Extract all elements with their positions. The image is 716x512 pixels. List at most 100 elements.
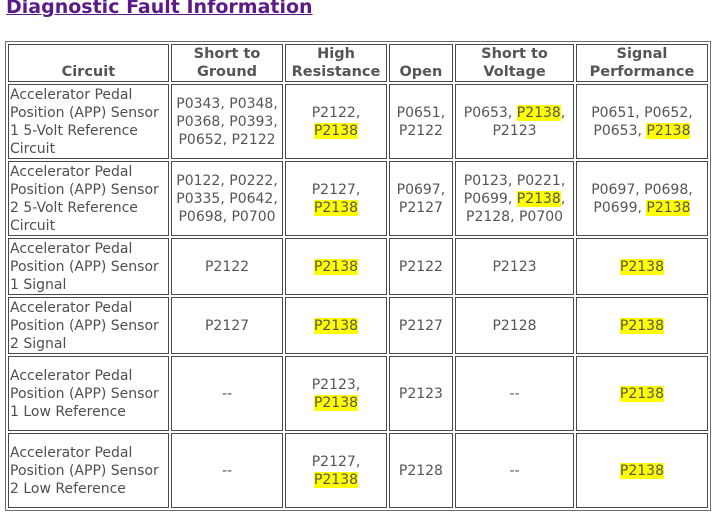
fault-code: P0700 (518, 208, 564, 225)
fault-code: P2123 (492, 122, 537, 139)
highlighted-fault-code: P2138 (646, 122, 691, 139)
header-high-resistance: High Resistance (285, 44, 387, 82)
highlighted-fault-code: P2138 (313, 258, 359, 275)
short-to-voltage-cell: P2123 (455, 238, 574, 295)
fault-code: P0653 (593, 122, 638, 139)
short-to-ground-cell: P2127 (170, 297, 284, 354)
fault-code: P2122 (231, 131, 276, 148)
fault-code: -- (509, 385, 520, 402)
short-to-voltage-cell: P0123, P0221, P0699, P2138, P2128, P0700 (455, 161, 574, 236)
page-title: Diagnostic Fault Information (6, 0, 313, 18)
short-to-ground-cell: P0343, P0348, P0368, P0393, P0652, P2122 (170, 84, 284, 159)
circuit-cell: Accelerator Pedal Position (APP) Sensor … (8, 433, 169, 508)
header-circuit: Circuit (8, 44, 169, 82)
fault-code: P0122 (176, 172, 221, 189)
short-to-voltage-cell: P2128 (455, 297, 574, 354)
highlighted-fault-code: P2138 (313, 122, 359, 139)
fault-code: P0222 (229, 172, 274, 189)
short-to-voltage-cell: -- (455, 433, 574, 508)
short-to-ground-cell: P0122, P0222, P0335, P0642, P0698, P0700 (170, 161, 284, 236)
header-row: Circuit Short to Ground High Resistance … (8, 44, 708, 82)
signal-performance-cell: P2138 (575, 356, 708, 431)
fault-code: P0699 (593, 199, 638, 216)
fault-code: P2122 (398, 258, 443, 275)
high-resistance-cell: P2138 (285, 238, 387, 295)
fault-code: P2122 (398, 122, 443, 139)
fault-code: P0343 (176, 95, 221, 112)
highlighted-fault-code: P2138 (313, 317, 359, 334)
fault-code: P2122 (204, 258, 250, 275)
high-resistance-cell: P2123, P2138 (285, 356, 387, 431)
fault-code: P0651 (396, 104, 441, 121)
signal-performance-cell: P2138 (575, 433, 708, 508)
fault-code: P2123 (311, 376, 356, 393)
fault-code: P0698 (644, 181, 689, 198)
highlighted-fault-code: P2138 (619, 462, 664, 479)
fault-code: -- (221, 385, 233, 402)
circuit-cell: Accelerator Pedal Position (APP) Sensor … (8, 297, 169, 354)
fault-code: P2122 (311, 104, 356, 121)
short-to-ground-cell: P2122 (170, 238, 284, 295)
table-row: Accelerator Pedal Position (APP) Sensor … (8, 238, 708, 295)
fault-code: P0123 (463, 172, 508, 189)
open-cell: P0697, P2127 (388, 161, 454, 236)
open-cell: P2122 (388, 238, 454, 295)
table-row: Accelerator Pedal Position (APP) Sensor … (8, 297, 708, 354)
fault-code: P0697 (591, 181, 636, 198)
circuit-cell: Accelerator Pedal Position (APP) Sensor … (8, 161, 169, 236)
fault-code: P0700 (231, 208, 276, 225)
open-cell: P2128 (388, 433, 454, 508)
short-to-ground-cell: -- (170, 433, 284, 508)
table-row: Accelerator Pedal Position (APP) Sensor … (8, 433, 708, 508)
fault-code: P0368 (176, 113, 221, 130)
header-open: Open (388, 44, 454, 82)
header-short-to-ground: Short to Ground (170, 44, 284, 82)
table-row: Accelerator Pedal Position (APP) Sensor … (8, 356, 708, 431)
highlighted-fault-code: P2138 (516, 190, 561, 207)
fault-code: P0642 (229, 190, 274, 207)
fault-code: P0335 (176, 190, 221, 207)
highlighted-fault-code: P2138 (313, 199, 359, 216)
fault-code: P0652 (644, 104, 689, 121)
high-resistance-cell: P2122, P2138 (285, 84, 387, 159)
high-resistance-cell: P2127, P2138 (285, 161, 387, 236)
highlighted-fault-code: P2138 (619, 385, 664, 402)
fault-code: P2127 (398, 317, 443, 334)
fault-code: -- (509, 462, 520, 479)
fault-code: P0348 (229, 95, 274, 112)
signal-performance-cell: P2138 (575, 238, 708, 295)
fault-code: P2127 (204, 317, 250, 334)
fault-code: -- (221, 462, 233, 479)
fault-code: P2128 (492, 317, 537, 334)
highlighted-fault-code: P2138 (313, 471, 359, 488)
signal-performance-cell: P0651, P0652, P0653, P2138 (575, 84, 708, 159)
short-to-voltage-cell: -- (455, 356, 574, 431)
open-cell: P0651, P2122 (388, 84, 454, 159)
high-resistance-cell: P2138 (285, 297, 387, 354)
table-row: Accelerator Pedal Position (APP) Sensor … (8, 84, 708, 159)
header-signal-performance: Signal Performance (575, 44, 708, 82)
signal-performance-cell: P2138 (575, 297, 708, 354)
fault-code: P0651 (591, 104, 636, 121)
highlighted-fault-code: P2138 (516, 104, 561, 121)
fault-code: P2123 (492, 258, 537, 275)
header-short-to-voltage: Short to Voltage (455, 44, 574, 82)
diagnostic-fault-table: Circuit Short to Ground High Resistance … (5, 41, 711, 511)
signal-performance-cell: P0697, P0698, P0699, P2138 (575, 161, 708, 236)
fault-code: P2127 (311, 453, 356, 470)
fault-code: P2127 (311, 181, 356, 198)
fault-code: P0393 (229, 113, 274, 130)
fault-code: P2128 (466, 208, 511, 225)
table-row: Accelerator Pedal Position (APP) Sensor … (8, 161, 708, 236)
fault-code: P0221 (516, 172, 561, 189)
fault-code: P0699 (463, 190, 508, 207)
fault-code: P0652 (178, 131, 223, 148)
highlighted-fault-code: P2138 (646, 199, 691, 216)
circuit-cell: Accelerator Pedal Position (APP) Sensor … (8, 356, 169, 431)
short-to-voltage-cell: P0653, P2138, P2123 (455, 84, 574, 159)
highlighted-fault-code: P2138 (619, 258, 664, 275)
circuit-cell: Accelerator Pedal Position (APP) Sensor … (8, 84, 169, 159)
fault-code: P2127 (398, 199, 443, 216)
fault-code: P2128 (398, 462, 443, 479)
circuit-cell: Accelerator Pedal Position (APP) Sensor … (8, 238, 169, 295)
